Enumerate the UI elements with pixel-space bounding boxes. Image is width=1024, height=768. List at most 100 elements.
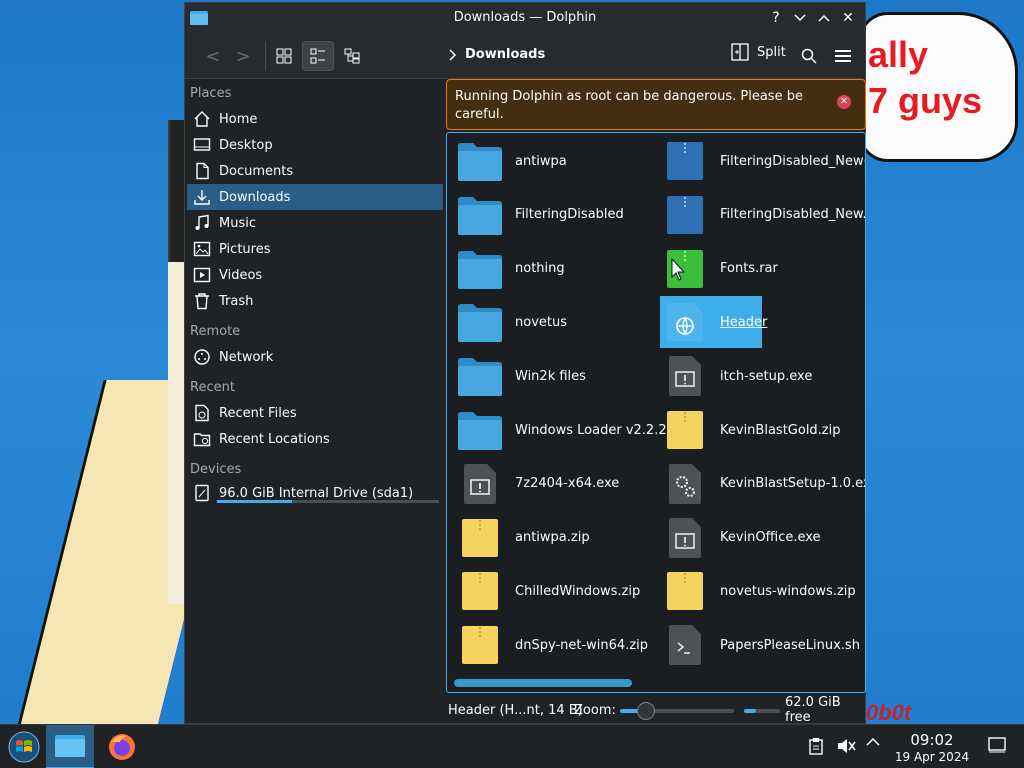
split-view-icon	[731, 43, 749, 61]
file-item[interactable]: KevinOffice.exe	[660, 512, 821, 564]
free-space-label: 62.0 GiB free	[785, 695, 841, 725]
show-hidden-icons-button[interactable]	[866, 737, 880, 747]
details-view-button[interactable]	[336, 41, 368, 71]
sidebar-item-home[interactable]: Home	[185, 106, 445, 132]
file-item[interactable]: nothing	[455, 243, 565, 295]
section-places: Places	[190, 86, 232, 101]
section-remote: Remote	[190, 324, 241, 339]
split-label: Split	[757, 44, 786, 60]
help-button[interactable]: ?	[765, 7, 787, 29]
zoom-slider-handle[interactable]	[637, 702, 656, 720]
icons-view-button[interactable]	[268, 41, 300, 71]
free-space-fill	[744, 709, 756, 713]
file-item[interactable]: 7z2404-x64.exe	[455, 458, 619, 510]
sidebar-item-music[interactable]: Music	[185, 210, 445, 236]
file-name: Fonts.rar	[720, 261, 778, 277]
split-button[interactable]: Split	[731, 43, 786, 61]
close-button[interactable]: ✕	[837, 7, 859, 29]
file-item[interactable]: FilteringDisabled_New.7z	[660, 189, 865, 241]
sidebar-item-recent-files[interactable]: Recent Files	[185, 400, 445, 426]
file-item[interactable]: antiwpa	[455, 135, 567, 187]
sidebar-item-documents[interactable]: Documents	[185, 158, 445, 184]
file-item[interactable]: FilteringDisabled_New(1)	[660, 135, 865, 187]
dolphin-window: Downloads — Dolphin ? ✕ < > Downloads Sp…	[184, 2, 866, 725]
horizontal-scrollbar[interactable]	[454, 679, 632, 687]
file-item[interactable]: ChilledWindows.zip	[455, 565, 640, 617]
file-name: novetus	[515, 314, 567, 330]
warning-text: Running Dolphin as root can be dangerous…	[455, 89, 803, 122]
file-item[interactable]: Windows Loader v2.2.2	[455, 404, 667, 456]
file-item[interactable]: dnSpy-net-win64.zip	[455, 619, 648, 671]
file-item[interactable]: Header	[660, 296, 767, 349]
sidebar-item-network[interactable]: Network	[185, 344, 445, 370]
file-name: FilteringDisabled	[515, 207, 624, 223]
file-name: 7z2404-x64.exe	[515, 476, 620, 492]
maximize-button[interactable]	[813, 7, 835, 29]
menu-button[interactable]	[827, 41, 859, 71]
close-warning-icon[interactable]: ✕	[837, 95, 851, 109]
sidebar-label: Music	[219, 215, 256, 231]
file-item[interactable]: itch-setup.exe	[660, 350, 812, 402]
file-item[interactable]: novetus-windows.zip	[660, 565, 856, 617]
volume-muted-tray-icon[interactable]	[836, 737, 856, 755]
status-bar: Header (H...nt, 14 B) Zoom: 62.0 GiB fre…	[446, 695, 866, 725]
breadcrumb[interactable]: Downloads	[449, 47, 545, 62]
taskbar-firefox[interactable]	[98, 725, 146, 768]
show-desktop-icon	[988, 737, 1006, 753]
section-devices: Devices	[190, 462, 242, 477]
file-view[interactable]: antiwpa FilteringDisabled nothing novetus Wi…	[446, 132, 866, 693]
sidebar-label: Pictures	[219, 241, 271, 257]
taskbar-dolphin[interactable]	[46, 725, 94, 768]
file-name: KevinOffice.exe	[720, 530, 821, 546]
sidebar-item-trash[interactable]: Trash	[185, 288, 445, 314]
minimize-button[interactable]	[789, 7, 811, 29]
firefox-icon	[109, 734, 135, 760]
exe-file-icon	[660, 516, 710, 560]
drive-usage-bar	[217, 500, 439, 503]
sidebar-label: Recent Files	[219, 405, 297, 421]
section-recent: Recent	[190, 380, 235, 395]
file-item[interactable]: Win2k files	[455, 350, 586, 402]
folder-file-icon	[455, 193, 505, 237]
root-warning-banner: Running Dolphin as root can be dangerous…	[446, 79, 866, 130]
file-item[interactable]: KevinBlastGold.zip	[660, 404, 841, 456]
zip-file-icon	[455, 623, 505, 667]
back-button[interactable]: <	[197, 41, 229, 71]
title-bar[interactable]: Downloads — Dolphin ? ✕	[185, 3, 865, 33]
selection-info: Header (H...nt, 14 B)	[448, 702, 583, 718]
breadcrumb-downloads[interactable]: Downloads	[465, 47, 545, 62]
file-item[interactable]: PapersPleaseLinux.sh	[660, 619, 860, 671]
sidebar-label: Videos	[219, 267, 263, 283]
file-item[interactable]: antiwpa.zip	[455, 512, 590, 564]
trash-icon	[195, 293, 209, 310]
forward-button[interactable]: >	[227, 41, 259, 71]
file-item[interactable]: novetus	[455, 296, 567, 348]
sidebar-item-recent-locations[interactable]: Recent Locations	[185, 426, 445, 452]
file-item[interactable]: KevinBlastSetup-1.0.exe	[660, 458, 865, 510]
file-name: KevinBlastGold.zip	[720, 422, 841, 438]
sidebar-item-pictures[interactable]: Pictures	[185, 236, 445, 262]
sidebar-item-downloads[interactable]: Downloads	[187, 184, 443, 210]
drive-usage-fill	[217, 500, 293, 503]
file-name: Header	[720, 314, 768, 330]
archive-blue-file-icon	[660, 193, 710, 237]
web-file-icon	[660, 300, 710, 344]
sidebar-item-desktop[interactable]: Desktop	[185, 132, 445, 158]
clipboard-tray-icon[interactable]	[808, 737, 824, 755]
compact-list-icon	[310, 48, 325, 64]
file-item[interactable]: FilteringDisabled	[455, 189, 624, 241]
file-item[interactable]: Fonts.rar	[660, 243, 778, 295]
file-name: Windows Loader v2.2.2	[515, 422, 667, 438]
clock[interactable]: 09:02 19 Apr 2024	[884, 731, 980, 765]
zip-file-icon	[455, 569, 505, 613]
desktop-icon	[193, 138, 211, 151]
compact-view-button[interactable]	[302, 41, 334, 71]
file-name: Win2k files	[515, 368, 586, 384]
start-menu-button[interactable]	[0, 725, 48, 768]
search-icon	[801, 48, 817, 64]
folder-file-icon	[455, 354, 505, 398]
show-desktop-button[interactable]	[988, 737, 1006, 753]
search-button[interactable]	[793, 41, 825, 71]
chevron-up-icon	[866, 737, 880, 746]
sidebar-item-videos[interactable]: Videos	[185, 262, 445, 288]
